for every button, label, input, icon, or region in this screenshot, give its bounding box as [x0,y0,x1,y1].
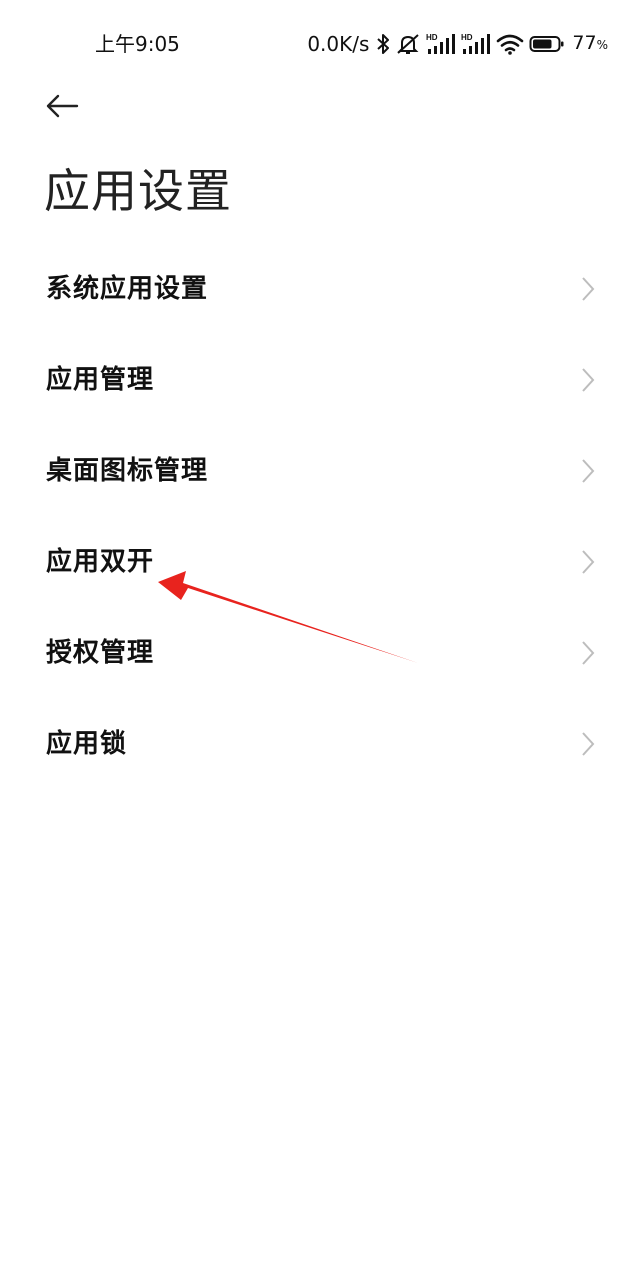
network-speed: 0.0K/s [307,32,370,56]
hd-signal-icon: HD [426,32,456,56]
settings-item-label: 应用锁 [46,728,128,759]
settings-item-system-apps[interactable]: 系统应用设置 [0,243,640,334]
battery-percent: 77% [572,31,608,57]
chevron-right-icon [580,549,596,575]
settings-item-label: 系统应用设置 [46,273,209,304]
chevron-right-icon [580,276,596,302]
wifi-icon [496,33,524,55]
back-button[interactable] [38,84,86,128]
battery-percent-unit: % [596,38,608,52]
settings-item-label: 应用管理 [46,364,155,395]
chevron-right-icon [580,640,596,666]
settings-item-permissions[interactable]: 授权管理 [0,607,640,698]
settings-item-desktop-icons[interactable]: 桌面图标管理 [0,425,640,516]
bluetooth-icon [376,33,390,55]
arrow-left-icon [46,94,79,118]
settings-list: 系统应用设置 应用管理 桌面图标管理 应用双开 授权管理 应用锁 [0,243,640,789]
svg-text:HD: HD [426,33,438,42]
settings-item-dual-apps[interactable]: 应用双开 [0,516,640,607]
settings-item-app-lock[interactable]: 应用锁 [0,698,640,789]
chevron-right-icon [580,367,596,393]
battery-level-fill [533,39,552,49]
battery-icon [529,34,565,54]
status-bar: 上午9:05 0.0K/s HD HD 77% [0,0,640,88]
settings-item-label: 应用双开 [46,546,155,577]
page-title: 应用设置 [44,164,232,218]
hd-signal-icon: HD [461,32,491,56]
battery-percent-value: 77 [572,32,597,54]
status-icons: 0.0K/s HD HD 77% [307,30,608,58]
svg-text:HD: HD [461,33,473,42]
mute-icon [395,32,421,56]
settings-item-app-management[interactable]: 应用管理 [0,334,640,425]
status-time: 上午9:05 [95,32,180,56]
chevron-right-icon [580,731,596,757]
chevron-right-icon [580,458,596,484]
settings-item-label: 桌面图标管理 [46,455,209,486]
settings-item-label: 授权管理 [46,637,155,668]
